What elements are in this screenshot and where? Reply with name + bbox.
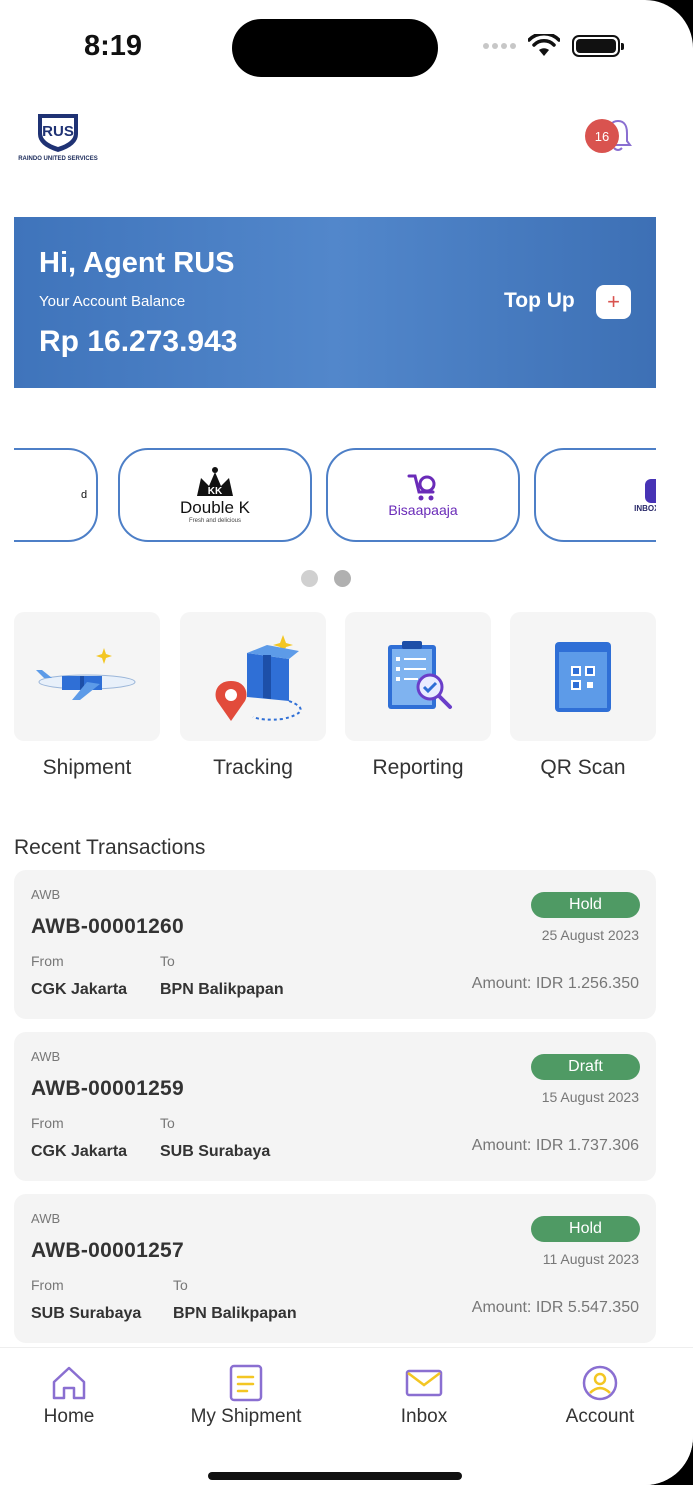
- origin: CGK Jakarta: [31, 981, 128, 998]
- destination: BPN Balikpapan: [173, 1305, 297, 1322]
- document-icon: [229, 1364, 263, 1402]
- tab-label: My Shipment: [190, 1406, 302, 1427]
- from-label: From: [31, 1277, 64, 1293]
- notification-badge: 16: [585, 119, 619, 153]
- mail-icon: [405, 1369, 443, 1397]
- recent-transactions-title: Recent Transactions: [14, 836, 206, 859]
- to-label: To: [160, 1115, 175, 1131]
- transaction-date: 11 August 2023: [542, 1251, 639, 1267]
- package-location-icon: [215, 634, 302, 721]
- menu-label: QR Scan: [540, 756, 626, 779]
- partner-tagline: Fresh and delicious: [188, 518, 242, 524]
- cart-logo-icon: [407, 474, 436, 501]
- crown-logo-icon: KK: [197, 467, 233, 497]
- qr-phone-icon: [555, 641, 611, 712]
- tracking-tile[interactable]: [180, 612, 326, 741]
- tab-label: Home: [43, 1406, 95, 1427]
- topup-button[interactable]: +: [596, 285, 631, 319]
- partner-carousel[interactable]: d KK Double K Fresh and delicious Bisaap…: [14, 447, 656, 544]
- shield-logo-icon: RUS: [38, 114, 78, 152]
- plus-icon: +: [607, 289, 620, 314]
- status-badge: Hold: [531, 892, 640, 918]
- tab-label: Account: [565, 1406, 635, 1427]
- menu-qr-scan[interactable]: QR Scan: [510, 612, 656, 780]
- tab-label: Inbox: [400, 1406, 448, 1427]
- awb-label: AWB: [31, 887, 61, 902]
- tab-home[interactable]: Home: [0, 1364, 139, 1428]
- destination: SUB Surabaya: [160, 1143, 271, 1160]
- menu-label: Shipment: [42, 756, 132, 779]
- transaction-card[interactable]: AWB AWB-00001260 From To CGK Jakarta BPN…: [14, 870, 656, 1019]
- menu-tracking[interactable]: Tracking: [180, 612, 326, 780]
- partner-card[interactable]: d: [14, 448, 98, 542]
- to-label: To: [160, 953, 175, 969]
- awb-number: AWB-00001259: [31, 1077, 185, 1100]
- status-time: 8:19: [84, 30, 143, 62]
- phone-screen: 8:19 RUS RAINDO UNITED SERVICES 16 Hi, A…: [0, 0, 693, 1485]
- qr-scan-tile[interactable]: [510, 612, 656, 741]
- transaction-date: 25 August 2023: [541, 927, 639, 943]
- dynamic-island: [232, 19, 438, 77]
- partner-card-double-k[interactable]: KK Double K Fresh and delicious: [118, 448, 312, 542]
- menu-reporting[interactable]: Reporting: [345, 612, 491, 780]
- reporting-tile[interactable]: [345, 612, 491, 741]
- transaction-amount: Amount: IDR 1.737.306: [471, 1137, 639, 1154]
- from-label: From: [31, 1115, 64, 1131]
- company-logo: RUS RAINDO UNITED SERVICES: [13, 112, 103, 168]
- pagination-dot[interactable]: [301, 570, 318, 587]
- topup-label[interactable]: Top Up: [504, 289, 575, 313]
- logo-caption: RAINDO UNITED SERVICES: [18, 156, 98, 162]
- partner-card-inbox-media[interactable]: INBOX-MEDIA: [534, 448, 656, 542]
- partner-name: Bisaapaaja: [388, 502, 458, 518]
- balance-card: Hi, Agent RUS Your Account Balance Rp 16…: [14, 217, 656, 388]
- partner-card-bisaapaaja[interactable]: Bisaapaaja: [326, 448, 520, 542]
- status-badge: Draft: [531, 1054, 640, 1080]
- origin: CGK Jakarta: [31, 1143, 128, 1160]
- destination: BPN Balikpapan: [160, 981, 284, 998]
- transaction-amount: Amount: IDR 1.256.350: [471, 975, 639, 992]
- logo-letters: RUS: [42, 123, 74, 140]
- transaction-amount: Amount: IDR 5.547.350: [471, 1299, 639, 1316]
- balance-label: Your Account Balance: [39, 293, 186, 310]
- shipment-tile[interactable]: [14, 612, 160, 741]
- pagination-dot-active[interactable]: [334, 570, 351, 587]
- home-indicator[interactable]: [208, 1472, 462, 1480]
- airplane-package-icon: [36, 647, 136, 700]
- transaction-date: 15 August 2023: [541, 1089, 639, 1105]
- tab-inbox[interactable]: Inbox: [354, 1364, 494, 1428]
- bottom-tab-bar: Home My Shipment Inbox Account: [0, 1347, 693, 1485]
- transaction-card[interactable]: AWB AWB-00001259 From To CGK Jakarta SUB…: [14, 1032, 656, 1181]
- tab-my-shipment[interactable]: My Shipment: [176, 1364, 316, 1428]
- status-badge: Hold: [531, 1216, 640, 1242]
- status-icons: [483, 34, 624, 58]
- origin: SUB Surabaya: [31, 1305, 142, 1322]
- play-logo-icon: [645, 478, 656, 503]
- awb-label: AWB: [31, 1049, 61, 1064]
- wifi-icon: [528, 34, 560, 56]
- clipboard-report-icon: [388, 640, 452, 709]
- partner-name: INBOX-MEDIA: [634, 503, 656, 513]
- user-icon: [582, 1365, 618, 1401]
- carousel-pagination[interactable]: [301, 570, 351, 587]
- partner-name: d: [80, 489, 88, 501]
- menu-label: Reporting: [372, 756, 464, 779]
- menu-shipment[interactable]: Shipment: [14, 612, 160, 780]
- svg-text:KK: KK: [208, 486, 223, 497]
- notification-button[interactable]: 16: [585, 116, 635, 154]
- menu-label: Tracking: [213, 756, 293, 779]
- tab-account[interactable]: Account: [530, 1364, 670, 1428]
- awb-label: AWB: [31, 1211, 61, 1226]
- awb-number: AWB-00001257: [31, 1239, 185, 1262]
- balance-amount: Rp 16.273.943: [39, 325, 238, 358]
- battery-icon: [572, 35, 624, 57]
- transaction-card[interactable]: AWB AWB-00001257 From To SUB Surabaya BP…: [14, 1194, 656, 1343]
- greeting: Hi, Agent RUS: [39, 247, 235, 279]
- partner-name: Double K: [180, 498, 250, 517]
- to-label: To: [173, 1277, 188, 1293]
- from-label: From: [31, 953, 64, 969]
- awb-number: AWB-00001260: [31, 915, 185, 938]
- signal-icon: [483, 43, 516, 49]
- home-icon: [52, 1366, 86, 1400]
